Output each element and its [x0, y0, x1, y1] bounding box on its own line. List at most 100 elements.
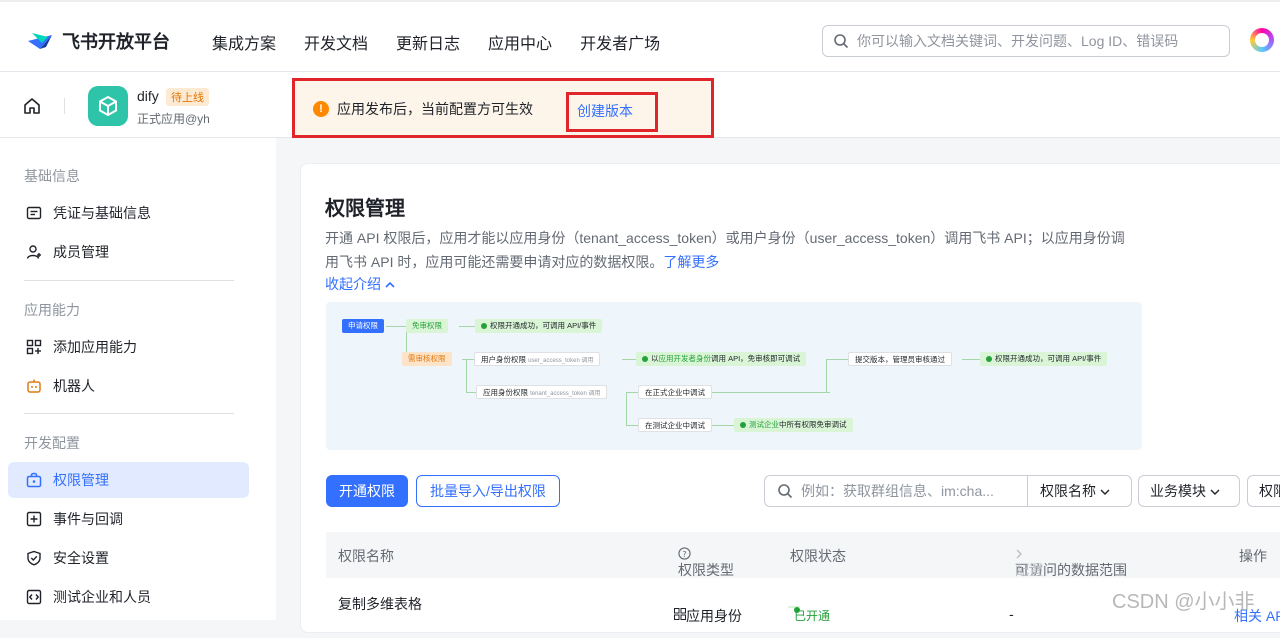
- check-icon: [481, 323, 487, 330]
- flow-user-identity-label: 用户身份权限: [481, 355, 526, 364]
- collapse-label: 收起介绍: [325, 276, 381, 292]
- flow-test-hl: 测试企业: [749, 420, 779, 429]
- flow-dev-pre: 以: [651, 354, 659, 363]
- sidebar-item-label: 权限管理: [53, 472, 109, 488]
- search-field-select[interactable]: 权限名称: [1027, 476, 1131, 506]
- app-subtitle: 正式应用@yh: [137, 112, 210, 126]
- search-icon: [778, 484, 793, 499]
- flow-dev-post: 调用 API，免审核即可调试: [711, 354, 801, 363]
- permission-flow-diagram: 申请权限 免审权限 权限开通成功，可调用 API/事件 需审核权限 用户身份权限…: [326, 302, 1142, 450]
- sidebar-item-add-capability[interactable]: 添加应用能力: [8, 329, 249, 365]
- permission-search-input[interactable]: 例如：获取群组信息、im:cha... 权限名称: [764, 475, 1132, 507]
- sidebar-item-credentials[interactable]: 凭证与基础信息: [8, 195, 249, 231]
- status-badge: 待上线: [166, 88, 209, 106]
- sidebar-item-label: 添加应用能力: [53, 339, 137, 355]
- publish-notice: ! 应用发布后，当前配置方可生效 创建版本: [292, 78, 714, 138]
- global-search-input[interactable]: 你可以输入文档关键词、开发问题、Log ID、错误码: [822, 25, 1230, 57]
- nav-integration[interactable]: 集成方案: [212, 30, 276, 54]
- flow-free-permission: 免审权限: [406, 319, 448, 333]
- search-icon: [834, 34, 849, 49]
- status-label: 已开通: [794, 609, 831, 623]
- module-label: 业务模块: [1150, 483, 1206, 499]
- sidebar-group-dev-config: 开发配置: [24, 435, 80, 451]
- brand-logo[interactable]: 飞书开放平台: [26, 28, 170, 54]
- divider: [64, 98, 65, 114]
- open-permission-button[interactable]: 开通权限: [326, 475, 408, 507]
- app-icon: [88, 86, 128, 126]
- nav-changelog[interactable]: 更新日志: [396, 30, 460, 54]
- permission-icon: [25, 471, 43, 489]
- config-link[interactable]: 配置: [1015, 560, 1043, 580]
- col-permission-name: 权限名称: [338, 548, 394, 564]
- flow-tenant-token: tenant_access_token 调用: [530, 391, 601, 397]
- flow-review-permission: 需审核权限: [402, 352, 452, 366]
- brand-name: 飞书开放平台: [62, 32, 170, 52]
- sidebar-item-label: 事件与回调: [53, 511, 123, 527]
- shield-icon: [25, 549, 43, 567]
- sidebar-item-permissions[interactable]: 权限管理: [8, 462, 249, 498]
- flow-free-result-text: 权限开通成功，可调用 API/事件: [490, 321, 597, 330]
- row-permission-name: 复制多维表格: [338, 596, 422, 612]
- warning-icon: !: [313, 101, 329, 117]
- flow-review-result-text: 权限开通成功，可调用 API/事件: [995, 354, 1102, 363]
- app-name: dify: [137, 88, 159, 104]
- page-title: 权限管理: [325, 198, 405, 220]
- table-header: 权限名称 权限类型 ? 权限状态 可访问的数据范围 配置 操作: [326, 532, 1280, 578]
- create-version-highlight: 创建版本: [566, 92, 658, 132]
- flow-test-debug: 在测试企业中调试: [638, 418, 712, 432]
- learn-more-link[interactable]: 了解更多: [663, 254, 719, 270]
- chevron-right-icon: [1016, 549, 1022, 559]
- create-version-link[interactable]: 创建版本: [577, 101, 633, 121]
- batch-import-export-button[interactable]: 批量导入/导出权限: [416, 475, 560, 507]
- flow-app-identity: 应用身份权限 tenant_access_token 调用: [476, 385, 608, 399]
- code-icon: [25, 588, 43, 606]
- chevron-down-icon: [1100, 489, 1110, 495]
- desc-line-1: 开通 API 权限后，应用才能以应用身份（tenant_access_token…: [325, 230, 1125, 246]
- sidebar-item-members[interactable]: 成员管理: [8, 234, 249, 270]
- top-navbar: 飞书开放平台 集成方案 开发文档 更新日志 应用中心 开发者广场 你可以输入文档…: [0, 0, 1280, 72]
- notice-text: 应用发布后，当前配置方可生效: [337, 101, 533, 117]
- user-avatar[interactable]: [1250, 28, 1274, 52]
- permission-filter-select[interactable]: 权限: [1247, 475, 1280, 507]
- row-type-label: 应用身份: [686, 608, 742, 624]
- top-border: [0, 0, 1280, 2]
- flow-review-result: 权限开通成功，可调用 API/事件: [980, 352, 1108, 366]
- page-description: 开通 API 权限后，应用才能以应用身份（tenant_access_token…: [325, 226, 1145, 274]
- flow-submit: 提交版本，管理员审核通过: [848, 352, 952, 366]
- flow-dev-hl: 应用开发者身份: [658, 354, 712, 363]
- apps-grid-icon: [25, 338, 43, 356]
- sidebar-item-bot[interactable]: 机器人: [8, 368, 249, 404]
- col-permission-status: 权限状态: [790, 548, 846, 564]
- user-add-icon: [25, 243, 43, 261]
- nav-docs[interactable]: 开发文档: [304, 30, 368, 54]
- check-icon: [642, 356, 648, 363]
- search-field-label: 权限名称: [1040, 483, 1096, 499]
- sidebar-divider: [24, 413, 234, 414]
- flow-user-token: user_access_token 调用: [528, 358, 594, 364]
- nav-dev-square[interactable]: 开发者广场: [580, 30, 660, 54]
- grid-icon: [674, 608, 686, 620]
- id-card-icon: [25, 204, 43, 222]
- collapse-intro-toggle[interactable]: 收起介绍: [325, 274, 395, 294]
- sidebar-item-label: 测试企业和人员: [53, 589, 151, 605]
- watermark: CSDN @小小非: [1112, 591, 1255, 613]
- search-placeholder: 你可以输入文档关键词、开发问题、Log ID、错误码: [857, 33, 1179, 49]
- help-icon[interactable]: ?: [678, 547, 691, 560]
- flow-apply: 申请权限: [342, 319, 384, 333]
- sidebar-item-label: 成员管理: [53, 244, 109, 260]
- permissions-card: 权限管理 开通 API 权限后，应用才能以应用身份（tenant_access_…: [300, 163, 1280, 633]
- flow-free-result: 权限开通成功，可调用 API/事件: [475, 319, 603, 333]
- business-module-select[interactable]: 业务模块: [1138, 475, 1240, 507]
- sidebar-item-test-tenant[interactable]: 测试企业和人员: [8, 579, 249, 615]
- nav-app-center[interactable]: 应用中心: [488, 30, 552, 54]
- svg-text:?: ?: [682, 549, 686, 559]
- sidebar-item-events[interactable]: 事件与回调: [8, 501, 249, 537]
- col-data-scope: 可访问的数据范围 配置: [1015, 546, 1127, 578]
- search-placeholder: 例如：获取群组信息、im:cha...: [801, 483, 994, 499]
- home-icon[interactable]: [22, 96, 42, 116]
- sidebar-group-basic: 基础信息: [24, 168, 80, 184]
- sidebar-item-security[interactable]: 安全设置: [8, 540, 249, 576]
- event-icon: [25, 510, 43, 528]
- col-permission-type: 权限类型 ?: [678, 546, 734, 578]
- sidebar-item-label: 安全设置: [53, 550, 109, 566]
